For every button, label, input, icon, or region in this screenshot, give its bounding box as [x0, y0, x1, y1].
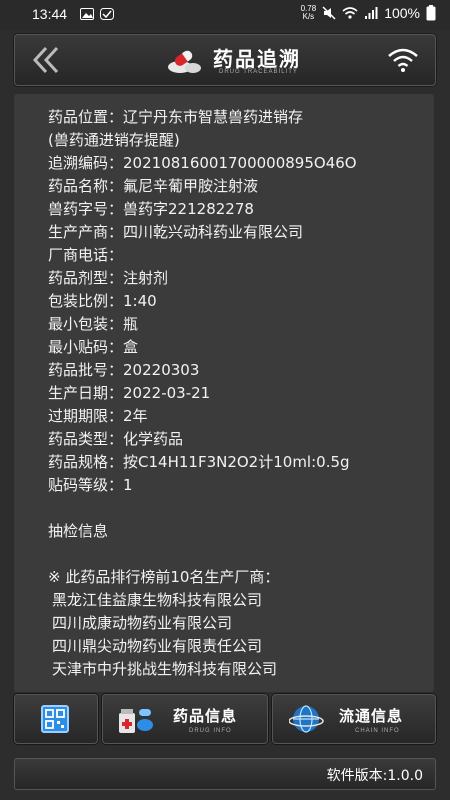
tab-chain-info-label: 流通信息: [339, 707, 404, 725]
detail-row-drug-name: 药品名称：氟尼辛葡甲胺注射液: [48, 177, 259, 195]
detail-row-approval-number: 兽药字号：兽药字221282278: [48, 200, 254, 218]
detail-row-manufacturer: 生产产商：四川乾兴动科药业有限公司: [48, 223, 304, 241]
wifi-icon: [388, 48, 418, 72]
check-app-icon: [100, 8, 114, 20]
detail-row-phone: 厂商电话：: [48, 246, 124, 264]
globe-icon: [289, 705, 324, 733]
tab-drug-info-sub: DRUG INFO: [189, 728, 232, 734]
battery-icon: [426, 5, 436, 21]
detail-row-drug-type: 药品类型：化学药品: [48, 430, 184, 448]
drug-detail-panel[interactable]: 药品位置：辽宁丹东市智慧兽药进销存 (兽药通进销存提醒) 追溯编码：202108…: [14, 94, 434, 692]
notification-icons: [80, 8, 114, 20]
footer-bar: 软件版本:1.0.0: [14, 758, 436, 790]
bottom-tab-bar: 药品信息 DRUG INFO 流通信息 CHAIN INFO: [14, 694, 436, 744]
title-bar: 药品追溯 DRUG TRACEABILITY: [14, 34, 436, 86]
net-speed: 0.78 K/s: [300, 4, 317, 21]
detail-row-min-package: 最小包装：瓶: [48, 315, 139, 333]
detail-row-pack-ratio: 包装比例：1:40: [48, 292, 157, 310]
tab-chain-info[interactable]: 流通信息 CHAIN INFO: [272, 694, 436, 744]
inspection-title: 抽检信息: [48, 522, 109, 540]
detail-row-expiry: 过期期限：2年: [48, 407, 148, 425]
manufacturer-item: 黑龙江佳益康生物科技有限公司: [52, 591, 263, 609]
ranking-title: ※ 此药品排行榜前10名生产厂商：: [48, 568, 280, 586]
status-bar: 13:44 0.78 K/s 100%: [0, 0, 450, 30]
detail-row-spec: 药品规格：按C14H11F3N2O2计10ml:0.5g: [48, 453, 350, 471]
detail-row-trace-code: 追溯编码：20210816001700000895O46O: [48, 154, 357, 172]
image-icon: [80, 8, 94, 20]
detail-row-min-label: 最小贴码：盒: [48, 338, 139, 356]
medicine-icon: [119, 709, 153, 733]
detail-row-production-date: 生产日期：2022-03-21: [48, 384, 211, 402]
wifi-status-icon: [342, 7, 358, 19]
software-version: 软件版本:1.0.0: [326, 768, 423, 784]
detail-row-batch: 药品批号：20220303: [48, 361, 200, 379]
drug-detail-list: 药品位置：辽宁丹东市智慧兽药进销存 (兽药通进销存提醒) 追溯编码：202108…: [48, 106, 428, 681]
detail-row-location: 药品位置：辽宁丹东市智慧兽药进销存: [48, 108, 304, 126]
tab-chain-info-sub: CHAIN INFO: [355, 728, 400, 734]
manufacturer-item: 四川成康动物药业有限公司: [52, 614, 233, 632]
manufacturer-item: 四川鼎尖动物药业有限责任公司: [52, 637, 263, 655]
qr-code-icon: [41, 705, 69, 733]
detail-row-dosage-form: 药品剂型：注射剂: [48, 269, 169, 287]
page-subtitle: DRUG TRACEABILITY: [219, 69, 298, 75]
back-button[interactable]: [29, 45, 65, 75]
signal-icon: [365, 7, 378, 19]
chevron-double-left-icon: [32, 46, 59, 74]
battery-level: 100%: [384, 5, 420, 21]
status-time: 13:44: [32, 6, 68, 22]
status-right: 0.78 K/s 100%: [301, 5, 436, 21]
manufacturer-item: 天津市中升挑战生物科技有限公司: [52, 660, 278, 678]
tab-drug-info[interactable]: 药品信息 DRUG INFO: [102, 694, 268, 744]
detail-row-location-note: (兽药通进销存提醒): [48, 131, 180, 149]
page-title: 药品追溯: [213, 47, 301, 71]
tab-drug-info-label: 药品信息: [173, 707, 238, 725]
mute-icon: [322, 6, 336, 20]
wifi-button[interactable]: [387, 47, 419, 73]
medicine-logo-icon: [168, 50, 201, 73]
tab-qr-scan[interactable]: [14, 694, 98, 744]
detail-row-label-level: 贴码等级：1: [48, 476, 133, 494]
